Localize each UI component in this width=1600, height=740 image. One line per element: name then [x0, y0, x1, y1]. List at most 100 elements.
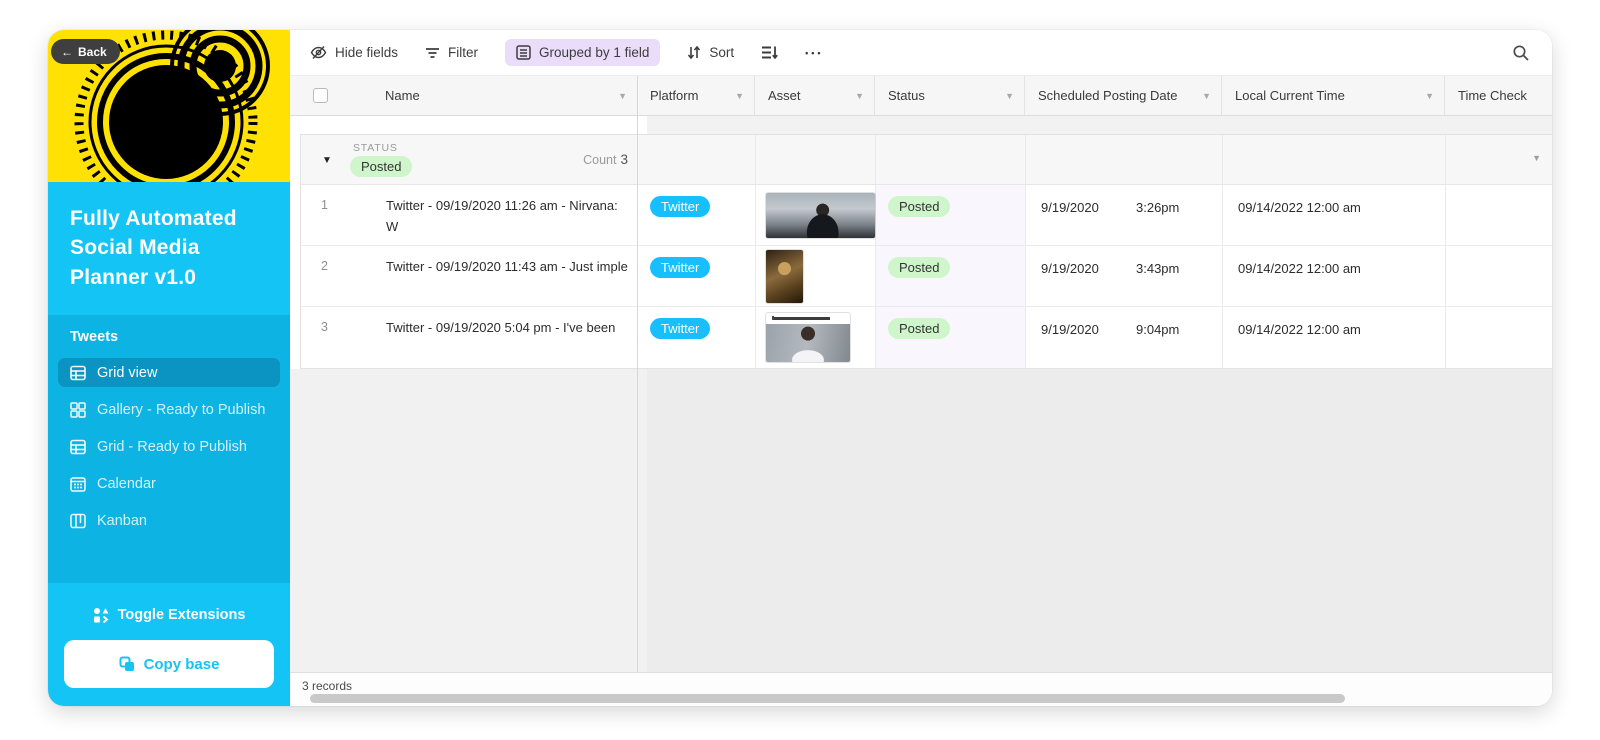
- sidebar-footer: Toggle Extensions Copy base: [48, 583, 290, 706]
- sidebar-item-gallery-ready-to-publish[interactable]: Gallery - Ready to Publish: [58, 395, 280, 424]
- brand-logo: ← Back: [48, 30, 290, 182]
- table-section-label: Tweets: [70, 329, 119, 345]
- status-badge[interactable]: Posted: [888, 318, 951, 339]
- copy-icon: [119, 656, 134, 671]
- chevron-down-icon[interactable]: ▼: [855, 91, 864, 101]
- record-count: 3 records: [302, 679, 353, 693]
- platform-badge[interactable]: Twitter: [650, 318, 711, 339]
- table-row[interactable]: 2 Twitter - 09/19/2020 11:43 am - Just i…: [301, 246, 1552, 307]
- group-button[interactable]: Grouped by 1 field: [505, 39, 661, 66]
- chevron-down-icon[interactable]: ▼: [1425, 91, 1434, 101]
- column-header-local-current-time[interactable]: Local Current Time ▼: [1222, 76, 1445, 115]
- chevron-down-icon[interactable]: ▼: [1202, 91, 1211, 101]
- grid-icon: [70, 439, 86, 454]
- column-header-asset[interactable]: Asset ▼: [755, 76, 875, 115]
- time-check-cell[interactable]: [1446, 185, 1552, 245]
- sidebar: ← Back Fully Automated Social Media Plan…: [48, 30, 290, 706]
- search-button[interactable]: [1512, 44, 1530, 62]
- group-value-badge: Posted: [350, 156, 413, 177]
- collapse-group-icon[interactable]: ▼: [322, 155, 332, 166]
- local-current-time-cell[interactable]: 09/14/2022 12:00 am: [1223, 246, 1446, 306]
- toggle-extensions-button[interactable]: Toggle Extensions: [48, 607, 290, 623]
- chevron-down-icon[interactable]: ▼: [735, 91, 744, 101]
- status-badge[interactable]: Posted: [888, 196, 951, 217]
- row-height-button[interactable]: [761, 45, 779, 60]
- frozen-column-divider: [637, 76, 638, 672]
- column-label: Asset: [768, 88, 801, 103]
- chevron-down-icon[interactable]: ▼: [618, 91, 627, 101]
- sidebar-item-calendar[interactable]: Calendar: [58, 469, 280, 498]
- app-window: ← Back Fully Automated Social Media Plan…: [0, 0, 1600, 740]
- calendar-icon: [70, 476, 86, 492]
- asset-thumbnail[interactable]: [766, 313, 850, 362]
- view-label: Grid view: [97, 364, 158, 381]
- group-icon: [516, 45, 531, 60]
- column-label: Platform: [650, 88, 699, 103]
- row-height-icon: [762, 46, 779, 60]
- platform-badge[interactable]: Twitter: [650, 257, 711, 278]
- base-card: ← Back Fully Automated Social Media Plan…: [48, 30, 1552, 706]
- grid-icon: [70, 365, 86, 380]
- base-title: Fully Automated Social Media Planner v1.…: [70, 207, 237, 289]
- select-all-checkbox[interactable]: [313, 88, 328, 103]
- scheduled-date[interactable]: 9/19/2020: [1041, 200, 1136, 245]
- column-label: Time Check: [1458, 88, 1527, 103]
- column-header-scheduled-posting-date[interactable]: Scheduled Posting Date ▼: [1025, 76, 1222, 115]
- status-badge[interactable]: Posted: [888, 257, 951, 278]
- copy-base-button[interactable]: Copy base: [64, 640, 274, 688]
- view-label: Calendar: [97, 475, 156, 492]
- scheduled-time[interactable]: 3:26pm: [1136, 200, 1179, 245]
- table-row[interactable]: 1 Twitter - 09/19/2020 11:26 am - Nirvan…: [301, 185, 1552, 246]
- column-header-status[interactable]: Status ▼: [875, 76, 1025, 115]
- column-header-time-check[interactable]: Time Check: [1445, 76, 1552, 115]
- asset-thumbnail[interactable]: [766, 192, 875, 238]
- back-button[interactable]: ← Back: [51, 39, 120, 64]
- name-cell[interactable]: Twitter - 09/19/2020 11:43 am - Just imp…: [386, 257, 631, 278]
- column-label: Scheduled Posting Date: [1038, 88, 1178, 103]
- time-check-cell[interactable]: [1446, 307, 1552, 368]
- filter-label: Filter: [448, 45, 479, 60]
- scheduled-date[interactable]: 9/19/2020: [1041, 261, 1136, 306]
- status-bar: 3 records: [290, 672, 1552, 706]
- views-nav: Tweets Grid view Gallery - Ready to Publ…: [48, 315, 290, 583]
- table-row[interactable]: 3 Twitter - 09/19/2020 5:04 pm - I've be…: [301, 307, 1552, 368]
- view-label: Kanban: [97, 512, 147, 529]
- row-number: 2: [321, 259, 328, 273]
- group-gap-strip: [290, 116, 1552, 134]
- sidebar-item-grid-view[interactable]: Grid view: [58, 358, 280, 387]
- kanban-icon: [70, 513, 86, 528]
- sidebar-item-grid-ready-to-publish[interactable]: Grid - Ready to Publish: [58, 432, 280, 461]
- sidebar-item-kanban[interactable]: Kanban: [58, 506, 280, 535]
- hide-fields-button[interactable]: Hide fields: [310, 44, 398, 61]
- grid-view-main: Hide fields Filter Grouped by 1 field So…: [290, 30, 1552, 706]
- back-arrow-icon: ←: [61, 44, 73, 59]
- group-summary-dropdown-icon[interactable]: ▼: [1532, 153, 1541, 163]
- empty-grid-area: [290, 369, 1552, 672]
- group-field-label: STATUS: [353, 142, 398, 154]
- horizontal-scrollbar[interactable]: [310, 694, 1345, 703]
- platform-badge[interactable]: Twitter: [650, 196, 711, 217]
- chevron-down-icon[interactable]: ▼: [1005, 91, 1014, 101]
- filter-button[interactable]: Filter: [425, 45, 478, 60]
- local-current-time-cell[interactable]: 09/14/2022 12:00 am: [1223, 185, 1446, 245]
- column-header-name[interactable]: Name ▼: [300, 76, 637, 115]
- row-number: 3: [321, 320, 328, 334]
- name-cell[interactable]: Twitter - 09/19/2020 11:26 am - Nirvana:…: [386, 196, 631, 238]
- sort-button[interactable]: Sort: [687, 45, 734, 60]
- hide-fields-label: Hide fields: [335, 45, 399, 60]
- filter-icon: [426, 47, 440, 58]
- more-options-icon: •••: [805, 47, 824, 58]
- time-check-cell[interactable]: [1446, 246, 1552, 306]
- sort-icon: [688, 45, 701, 60]
- scheduled-date[interactable]: 9/19/2020: [1041, 322, 1136, 368]
- local-current-time-cell[interactable]: 09/14/2022 12:00 am: [1223, 307, 1446, 368]
- name-cell[interactable]: Twitter - 09/19/2020 5:04 pm - I've been: [386, 318, 631, 339]
- more-options-button[interactable]: •••: [805, 48, 823, 58]
- group-count: Count 3: [583, 152, 628, 167]
- view-label: Gallery - Ready to Publish: [97, 401, 266, 418]
- asset-thumbnail[interactable]: [766, 249, 803, 303]
- scheduled-time[interactable]: 9:04pm: [1136, 322, 1179, 368]
- column-header-platform[interactable]: Platform ▼: [637, 76, 755, 115]
- gallery-icon: [70, 401, 86, 418]
- scheduled-time[interactable]: 3:43pm: [1136, 261, 1179, 306]
